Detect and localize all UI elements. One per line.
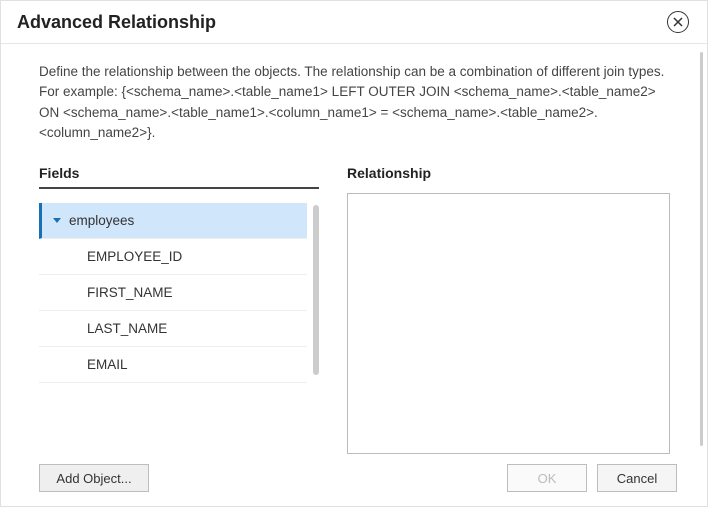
advanced-relationship-dialog: Advanced Relationship Define the relatio… <box>0 0 708 507</box>
ok-button[interactable]: OK <box>507 464 587 492</box>
add-object-button[interactable]: Add Object... <box>39 464 149 492</box>
scrollbar-track <box>700 52 703 446</box>
fields-tree: employees EMPLOYEE_ID FIRST_NAME LAST_NA… <box>39 203 307 454</box>
caret-down-icon <box>53 218 61 223</box>
tree-item[interactable]: EMAIL <box>39 347 307 383</box>
close-icon <box>673 17 683 27</box>
dialog-scrollbar[interactable] <box>700 52 703 446</box>
tree-item-label: EMPLOYEE_ID <box>87 249 182 264</box>
tree-item[interactable]: FIRST_NAME <box>39 275 307 311</box>
relationship-panel: Relationship <box>347 165 670 454</box>
tree-parent-label: employees <box>69 213 134 228</box>
close-button[interactable] <box>667 11 689 33</box>
footer: Add Object... OK Cancel <box>1 454 707 506</box>
description-line2: For example: {<schema_name>.<table_name1… <box>39 84 656 140</box>
fields-scrollbar[interactable] <box>313 205 319 375</box>
relationship-textarea[interactable] <box>347 193 670 454</box>
fields-tree-wrap: employees EMPLOYEE_ID FIRST_NAME LAST_NA… <box>39 203 319 454</box>
dialog-body: Define the relationship between the obje… <box>1 44 707 454</box>
titlebar: Advanced Relationship <box>1 1 707 44</box>
relationship-header: Relationship <box>347 165 670 187</box>
tree-item[interactable]: EMPLOYEE_ID <box>39 239 307 275</box>
tree-item-label: EMAIL <box>87 357 128 372</box>
tree-item[interactable]: LAST_NAME <box>39 311 307 347</box>
description-line1: Define the relationship between the obje… <box>39 64 664 79</box>
content-area: Define the relationship between the obje… <box>1 44 700 454</box>
cancel-button[interactable]: Cancel <box>597 464 677 492</box>
panels: Fields employees EMPLOYEE_ID FIRST_N <box>39 165 670 454</box>
description-text: Define the relationship between the obje… <box>39 62 670 143</box>
fields-panel: Fields employees EMPLOYEE_ID FIRST_N <box>39 165 319 454</box>
tree-item-label: LAST_NAME <box>87 321 167 336</box>
fields-header: Fields <box>39 165 319 189</box>
dialog-title: Advanced Relationship <box>17 12 216 33</box>
tree-parent-employees[interactable]: employees <box>39 203 307 239</box>
tree-item-label: FIRST_NAME <box>87 285 173 300</box>
